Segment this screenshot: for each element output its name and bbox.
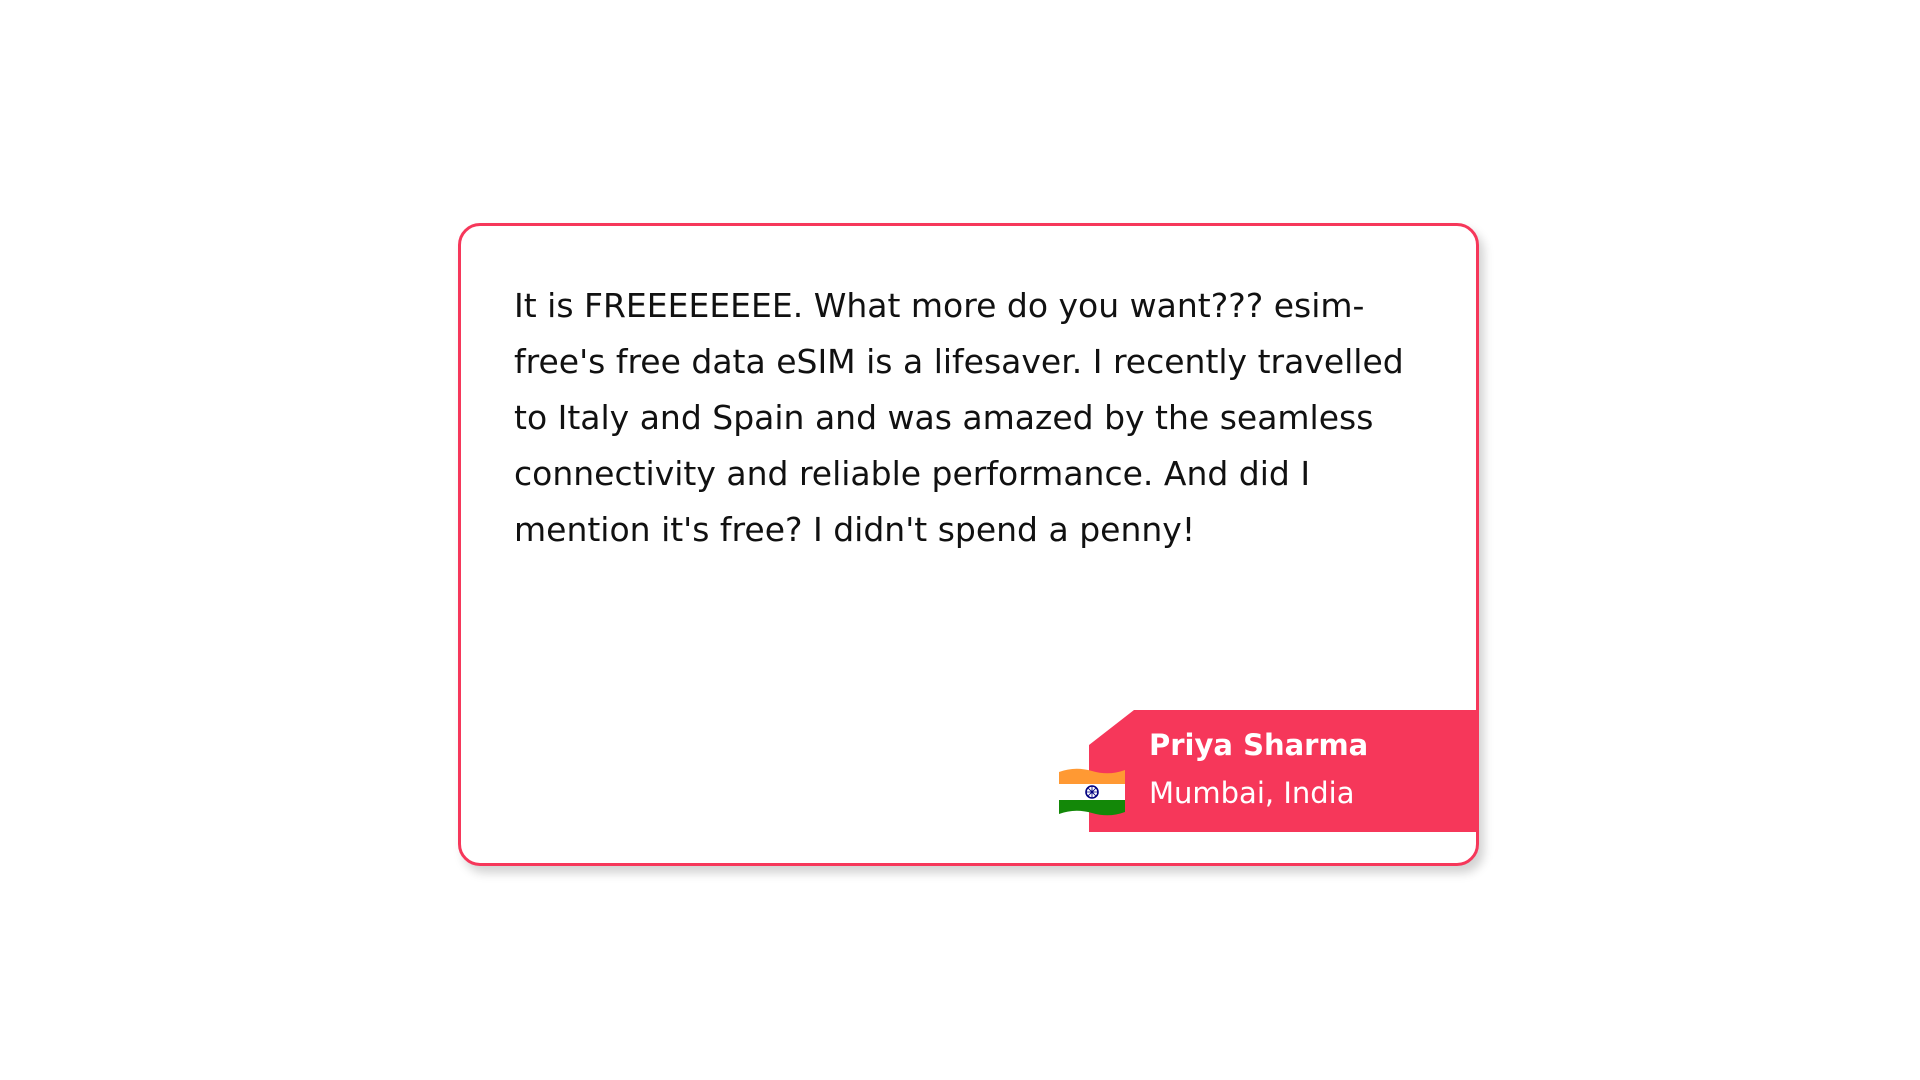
page: It is FREEEEEEEE. What more do you want?… <box>0 0 1920 1080</box>
testimonial-quote: It is FREEEEEEEE. What more do you want?… <box>514 286 1404 549</box>
testimonial-card: It is FREEEEEEEE. What more do you want?… <box>458 223 1479 866</box>
author-location: Mumbai, India <box>1149 776 1355 810</box>
india-flag-icon <box>1059 768 1125 816</box>
author-name: Priya Sharma <box>1149 728 1369 762</box>
author-tag: Priya Sharma Mumbai, India <box>1089 710 1476 832</box>
